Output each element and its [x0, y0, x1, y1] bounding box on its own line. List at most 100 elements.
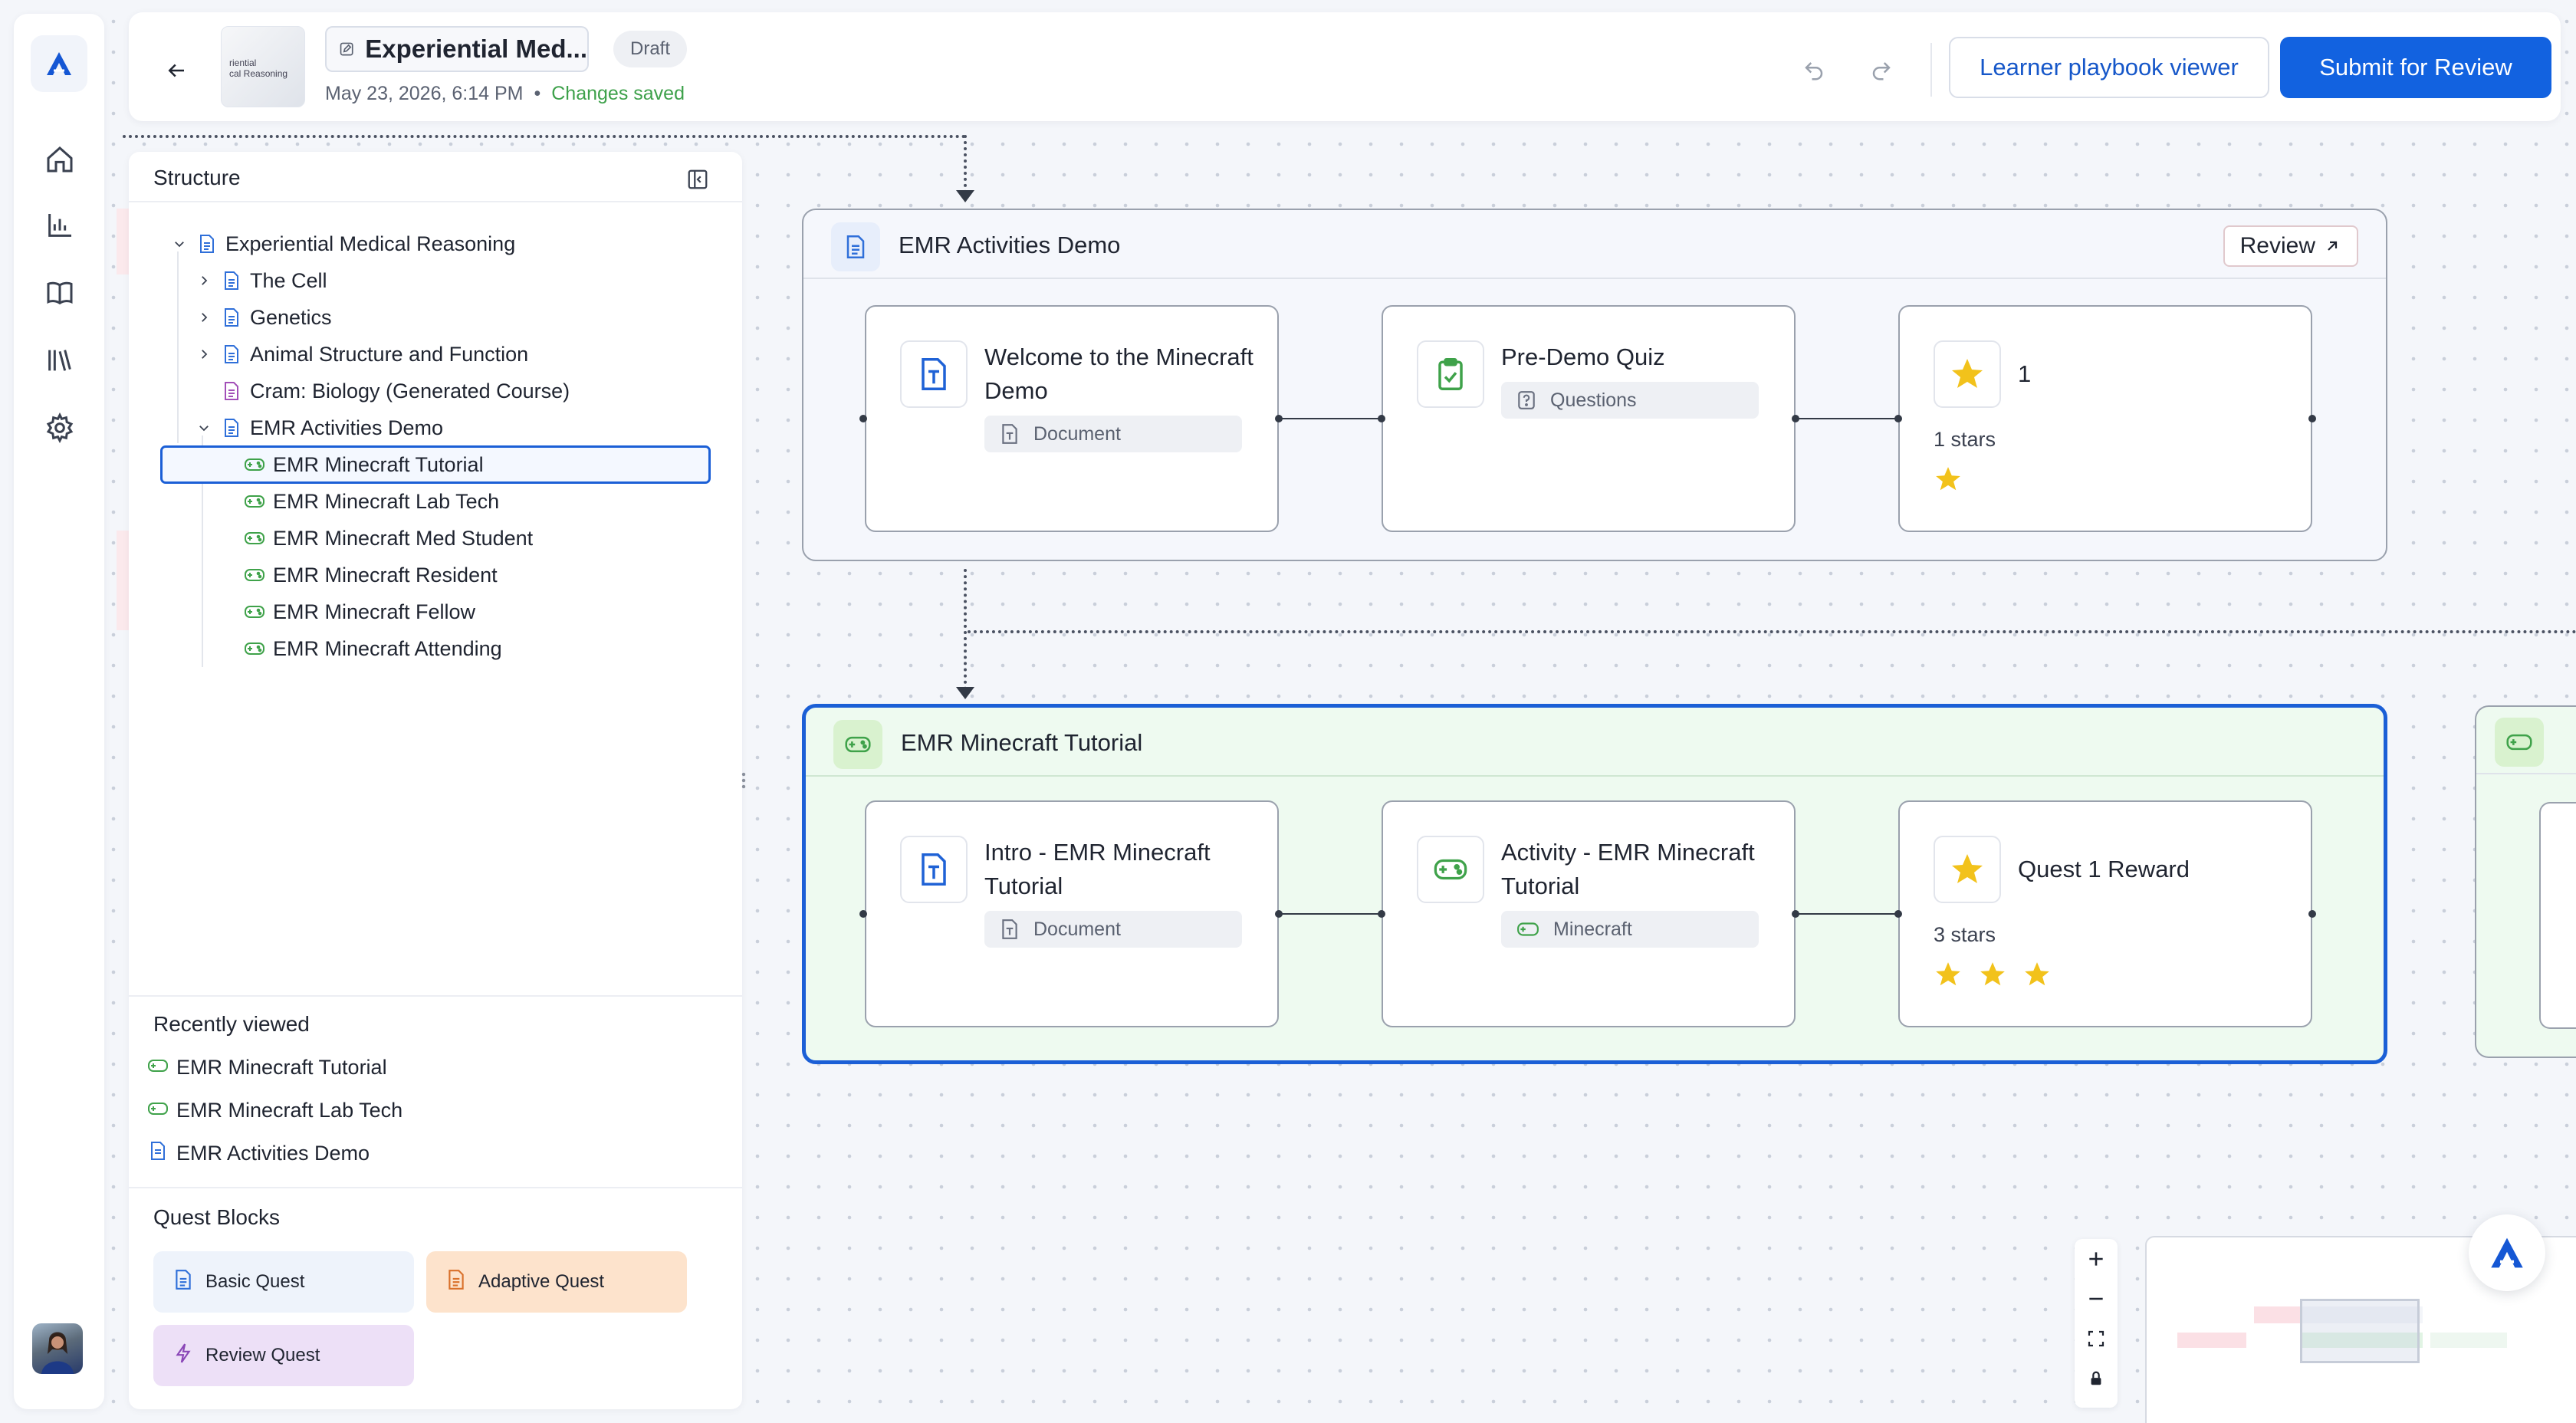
- recent-item[interactable]: EMR Minecraft Lab Tech: [147, 1095, 402, 1126]
- node-card[interactable]: Activity - EMR Minecraft Tutorial Minecr…: [1382, 800, 1796, 1027]
- adaptive-quest-block[interactable]: Adaptive Quest: [426, 1251, 687, 1313]
- gamepad-icon: [244, 454, 265, 475]
- chevron-down-icon[interactable]: [170, 235, 189, 253]
- star-icon: [1934, 340, 2001, 408]
- book-icon[interactable]: [43, 276, 77, 310]
- node-card[interactable]: [2539, 802, 2576, 1029]
- node-connector: [1796, 418, 1898, 419]
- fit-view-icon[interactable]: [2075, 1319, 2118, 1359]
- tree-item[interactable]: Genetics: [195, 301, 332, 334]
- edit-pencil-icon: [340, 42, 353, 56]
- gamepad-icon: [147, 1056, 169, 1080]
- tree-item[interactable]: EMR Minecraft Lab Tech: [244, 485, 499, 518]
- chevron-right-icon[interactable]: [195, 345, 213, 363]
- tree-item-label: EMR Minecraft Attending: [273, 636, 502, 660]
- tree-item[interactable]: EMR Minecraft Attending: [244, 632, 502, 665]
- minimap-viewport[interactable]: [2300, 1299, 2420, 1363]
- assistant-button[interactable]: [2469, 1214, 2545, 1291]
- settings-gear-icon[interactable]: [43, 411, 77, 445]
- redo-icon[interactable]: [1863, 52, 1900, 89]
- external-arrow-icon: [2328, 241, 2338, 251]
- gamepad-icon: [2495, 718, 2544, 767]
- tree-item[interactable]: EMR Minecraft Med Student: [244, 521, 533, 555]
- app-logo[interactable]: [31, 35, 87, 92]
- gamepad-icon: [147, 1099, 169, 1122]
- back-arrow-icon[interactable]: [155, 49, 198, 92]
- tree-item[interactable]: Animal Structure and Function: [195, 337, 528, 371]
- connector-dot: [1792, 415, 1799, 422]
- tree-item-label: EMR Minecraft Fellow: [273, 600, 476, 623]
- tree-item-label: EMR Minecraft Med Student: [273, 526, 534, 550]
- tree-item-label: EMR Minecraft Tutorial: [273, 452, 484, 476]
- reward-title: 1: [2018, 360, 2032, 387]
- tree-item-label: The Cell: [250, 268, 327, 292]
- node-type-tag: Document: [984, 416, 1242, 452]
- save-meta: May 23, 2026, 6:14 PM • Changes saved: [325, 83, 685, 105]
- home-icon[interactable]: [43, 143, 77, 176]
- node-title: Activity - EMR Minecraft Tutorial: [1501, 839, 1755, 899]
- structure-title: Structure: [153, 166, 241, 189]
- node-title: Intro - EMR Minecraft Tutorial: [984, 839, 1211, 899]
- node-card[interactable]: Intro - EMR Minecraft Tutorial Document: [865, 800, 1279, 1027]
- review-quest-block[interactable]: Review Quest: [153, 1325, 414, 1386]
- recent-item[interactable]: EMR Activities Demo: [147, 1138, 370, 1168]
- undo-icon[interactable]: [1796, 52, 1832, 89]
- arrow-head-icon: [956, 190, 974, 202]
- reward-card[interactable]: Quest 1 Reward 3 stars: [1898, 800, 2312, 1027]
- quest-block-label: Basic Quest: [205, 1271, 305, 1292]
- group-header: EMR Minecraft Tutorial: [806, 708, 2384, 777]
- quest-group-offscreen[interactable]: [2475, 705, 2576, 1058]
- tree-item-selected[interactable]: EMR Minecraft Tutorial: [160, 445, 711, 484]
- recent-item[interactable]: EMR Minecraft Tutorial: [147, 1052, 387, 1083]
- tree-item-root[interactable]: Experiential Medical Reasoning: [170, 227, 515, 261]
- submit-for-review-button[interactable]: Submit for Review: [2280, 37, 2551, 98]
- tree-item-label: Animal Structure and Function: [250, 342, 529, 366]
- text-document-icon: [900, 340, 968, 408]
- chevron-down-icon[interactable]: [195, 419, 213, 437]
- gamepad-icon: [1517, 922, 1539, 936]
- stars-label: 1 stars: [1934, 428, 1996, 451]
- basic-quest-block[interactable]: Basic Quest: [153, 1251, 414, 1313]
- status-badge: Draft: [613, 31, 688, 67]
- document-icon: [221, 307, 242, 328]
- review-link[interactable]: Review: [2223, 225, 2358, 267]
- tree-item-label: EMR Minecraft Resident: [273, 563, 498, 587]
- gamepad-icon: [1417, 836, 1484, 903]
- tree-item[interactable]: EMR Activities Demo: [195, 411, 443, 445]
- connector-dot: [1894, 415, 1902, 422]
- document-icon: [221, 380, 242, 402]
- connector-dot: [1792, 910, 1799, 918]
- chevron-right-icon[interactable]: [195, 271, 213, 290]
- analytics-icon[interactable]: [43, 209, 77, 242]
- course-title-field[interactable]: Experiential Med...: [325, 26, 589, 72]
- structure-divider: [129, 201, 742, 202]
- flow-edge: [964, 135, 967, 193]
- tree-item[interactable]: EMR Minecraft Resident: [244, 558, 498, 592]
- quest-block-label: Review Quest: [205, 1345, 320, 1365]
- reward-title: Quest 1 Reward: [2018, 856, 2190, 882]
- reward-card[interactable]: 1 1 stars: [1898, 305, 2312, 532]
- zoom-out-icon[interactable]: [2075, 1279, 2118, 1319]
- structure-panel: Structure Experiential Medical Reasoning…: [129, 152, 742, 1409]
- learner-playbook-viewer-button[interactable]: Learner playbook viewer: [1949, 37, 2269, 98]
- node-card[interactable]: Pre-Demo Quiz Questions: [1382, 305, 1796, 532]
- chevron-right-icon[interactable]: [195, 308, 213, 327]
- connector-dot: [2308, 415, 2316, 422]
- user-avatar[interactable]: [32, 1323, 83, 1374]
- group-header: EMR Activities Demo Review: [803, 210, 2386, 279]
- collapse-panel-icon[interactable]: [682, 164, 713, 195]
- lock-icon[interactable]: [2075, 1359, 2118, 1398]
- connector-dot: [1275, 415, 1283, 422]
- connector-dot: [2308, 910, 2316, 918]
- tree-item[interactable]: Cram: Biology (Generated Course): [221, 374, 570, 408]
- tree-item[interactable]: The Cell: [195, 264, 327, 297]
- tree-item[interactable]: EMR Minecraft Fellow: [244, 595, 475, 629]
- library-icon[interactable]: [43, 343, 77, 377]
- panel-resize-handle[interactable]: [741, 771, 747, 790]
- text-document-icon: [900, 836, 968, 903]
- flow-edge: [968, 630, 2576, 633]
- quest-block-label: Adaptive Quest: [478, 1271, 605, 1292]
- stars-row: [1934, 960, 2052, 989]
- zoom-in-icon[interactable]: [2075, 1239, 2118, 1279]
- node-card[interactable]: Welcome to the Minecraft Demo Document: [865, 305, 1279, 532]
